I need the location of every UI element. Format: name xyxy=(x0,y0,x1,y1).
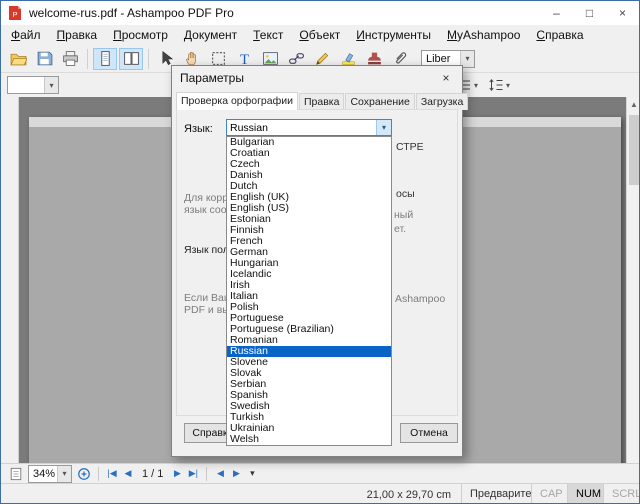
style-combo[interactable]: ▾ xyxy=(7,76,59,94)
language-label: Язык: xyxy=(184,123,213,135)
menu-bar: ФайлПравкаПросмотрДокументТекстОбъектИнс… xyxy=(1,25,639,45)
menu-item-myashampoo[interactable]: MyAshampoo xyxy=(439,26,528,44)
zoom-value: 34% xyxy=(29,468,57,480)
line-spacing-button[interactable]: ▾ xyxy=(485,74,513,96)
minimize-button[interactable]: – xyxy=(540,1,573,25)
first-page-button[interactable]: |◀ xyxy=(104,465,120,483)
menu-item-объект[interactable]: Объект xyxy=(291,26,348,44)
obscured-text: СТРЕ xyxy=(396,141,424,153)
lock-scrl: SCRL xyxy=(603,484,639,504)
obscured-text: Ashampoo xyxy=(395,293,445,305)
obscured-text: язык соо xyxy=(184,204,227,216)
toolbar-separator xyxy=(87,49,88,69)
font-combo-value: Liber xyxy=(422,53,460,65)
left-panel xyxy=(1,97,19,463)
obscured-text: ет. xyxy=(394,223,406,235)
svg-text:P: P xyxy=(12,10,17,19)
menu-item-документ[interactable]: Документ xyxy=(176,26,245,44)
language-list[interactable]: BulgarianCroatianCzechDanishDutchEnglish… xyxy=(226,136,392,446)
fit-page-icon[interactable] xyxy=(7,465,25,483)
lock-num: NUM xyxy=(567,484,603,504)
chevron-down-icon: ▾ xyxy=(474,81,478,90)
cancel-button[interactable]: Отмена xyxy=(400,423,458,443)
back-button[interactable]: ◀ xyxy=(212,465,228,483)
obscured-text: ный xyxy=(394,209,413,221)
page-facing-icon[interactable] xyxy=(119,48,143,70)
dialog-title: Параметры xyxy=(180,71,244,85)
menu-item-инструменты[interactable]: Инструменты xyxy=(348,26,439,44)
app-icon: P xyxy=(7,5,23,21)
separator xyxy=(206,467,207,481)
lock-cap: CAP xyxy=(531,484,567,504)
preview-status: Предварител xyxy=(461,484,531,504)
obscured-text: PDF и вы xyxy=(184,304,230,316)
separator xyxy=(98,467,99,481)
language-option[interactable]: Icelandic xyxy=(227,269,391,280)
menu-item-правка[interactable]: Правка xyxy=(49,26,106,44)
window-controls: –□× xyxy=(540,1,639,25)
last-page-button[interactable]: ▶| xyxy=(185,465,201,483)
maximize-button[interactable]: □ xyxy=(573,1,606,25)
tab-edit[interactable]: Правка xyxy=(299,93,344,110)
prev-page-button[interactable]: ◀ xyxy=(120,465,136,483)
bottom-toolbar: 34% ▾ |◀ ◀ 1 / 1 ▶ ▶| ◀ ▶ ▾ xyxy=(1,463,639,483)
zoom-level-combo[interactable]: 34% ▾ xyxy=(28,465,72,483)
app-window: P welcome-rus.pdf - Ashampoo PDF Pro –□×… xyxy=(0,0,640,504)
settings-dialog: Параметры × Проверка орфографииПравкаСох… xyxy=(171,65,463,457)
dialog-tabs: Проверка орфографииПравкаСохранениеЗагру… xyxy=(176,92,458,110)
menu-item-просмотр[interactable]: Просмотр xyxy=(105,26,176,44)
vertical-scrollbar[interactable]: ▲ xyxy=(626,97,640,463)
forward-button[interactable]: ▶ xyxy=(228,465,244,483)
close-button[interactable]: × xyxy=(606,1,639,25)
obscured-text: Язык пол xyxy=(184,244,229,256)
open-icon[interactable] xyxy=(6,48,30,70)
zoom-in-icon[interactable] xyxy=(75,465,93,483)
status-bar: 21,00 x 29,70 cm Предварител CAPNUMSCRL xyxy=(1,483,639,504)
obscured-text: осы xyxy=(396,188,415,200)
scrollbar-thumb[interactable] xyxy=(629,115,640,185)
chevron-down-icon[interactable]: ▾ xyxy=(376,120,391,135)
chevron-down-icon[interactable]: ▾ xyxy=(57,466,71,482)
menu-item-текст[interactable]: Текст xyxy=(245,26,291,44)
title-bar: P welcome-rus.pdf - Ashampoo PDF Pro –□× xyxy=(1,1,639,25)
tab-save[interactable]: Сохранение xyxy=(345,93,414,110)
page-single-icon[interactable] xyxy=(93,48,117,70)
language-option[interactable]: Welsh xyxy=(227,434,391,445)
menu-item-справка[interactable]: Справка xyxy=(528,26,591,44)
language-combo[interactable]: Russian ▾ xyxy=(226,119,392,136)
page-indicator: 1 / 1 xyxy=(142,468,163,480)
menu-item-файл[interactable]: Файл xyxy=(3,26,49,44)
close-icon[interactable]: × xyxy=(434,69,458,87)
chevron-down-icon[interactable]: ▾ xyxy=(244,465,260,483)
obscured-text: Для корр xyxy=(184,192,228,204)
print-icon[interactable] xyxy=(58,48,82,70)
chevron-down-icon: ▾ xyxy=(506,81,510,90)
next-page-button[interactable]: ▶ xyxy=(169,465,185,483)
chevron-down-icon[interactable]: ▾ xyxy=(44,77,58,93)
language-combo-value: Russian xyxy=(227,122,376,134)
toolbar-separator xyxy=(148,49,149,69)
scroll-up-icon[interactable]: ▲ xyxy=(627,97,640,112)
window-title: welcome-rus.pdf - Ashampoo PDF Pro xyxy=(29,6,540,20)
page-size-label: 21,00 x 29,70 cm xyxy=(367,489,451,501)
tab-spellcheck[interactable]: Проверка орфографии xyxy=(176,92,298,110)
tab-load[interactable]: Загрузка xyxy=(416,93,468,110)
save-icon[interactable] xyxy=(32,48,56,70)
